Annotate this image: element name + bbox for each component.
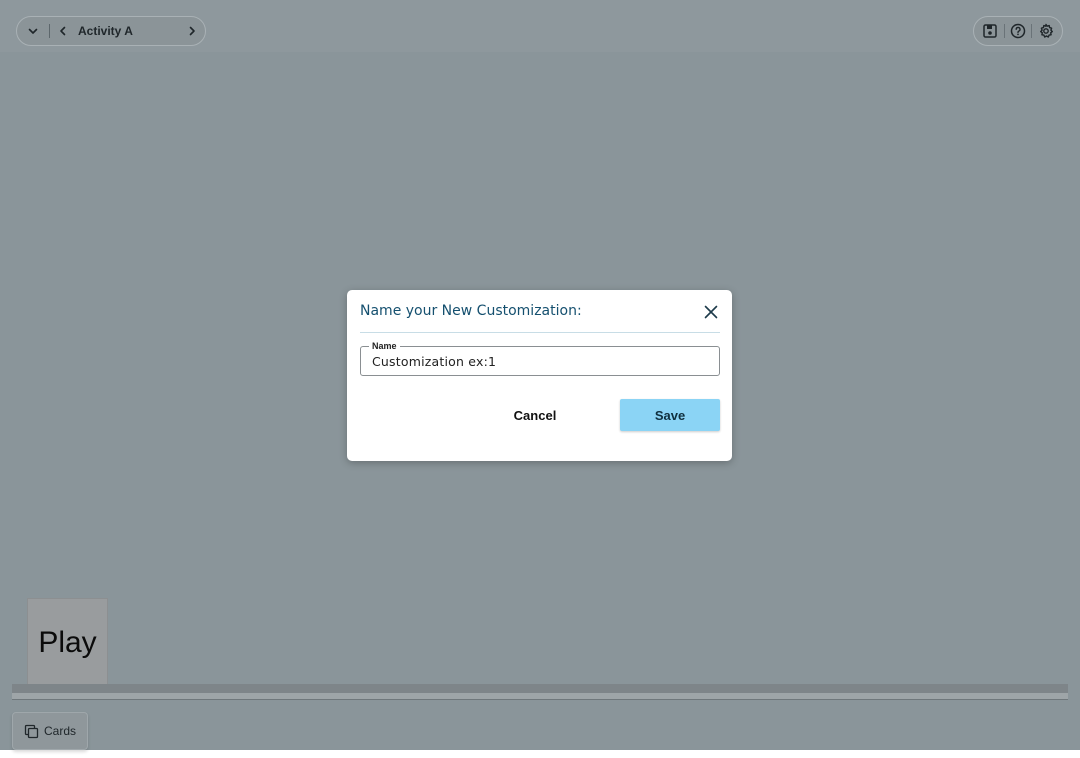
toolbar-separator — [1003, 24, 1005, 38]
close-icon — [704, 305, 718, 319]
help-button[interactable] — [1007, 20, 1029, 42]
shelf-edge — [12, 693, 1068, 700]
settings-button[interactable] — [1035, 20, 1057, 42]
dialog-title: Name your New Customization: — [360, 303, 582, 319]
next-activity-button[interactable] — [179, 17, 205, 45]
chevron-down-icon — [28, 28, 38, 34]
cards-stack-icon — [24, 724, 39, 738]
cards-button[interactable]: Cards — [12, 712, 88, 750]
save-button-toolbar[interactable] — [979, 20, 1001, 42]
cards-button-label: Cards — [43, 724, 76, 738]
close-button[interactable] — [701, 302, 721, 322]
play-card-label: Play — [38, 626, 97, 659]
toolbar-separator — [1031, 24, 1033, 38]
previous-activity-button[interactable] — [52, 17, 74, 45]
save-button[interactable]: Save — [620, 399, 720, 431]
shelf-top — [12, 684, 1068, 693]
name-input[interactable] — [361, 347, 719, 375]
name-field: Name — [360, 340, 720, 376]
chevron-right-icon — [189, 26, 195, 36]
dialog-divider — [360, 332, 720, 333]
activity-title: Activity A — [78, 24, 133, 38]
new-customization-dialog: Name your New Customization: Name Cancel… — [347, 290, 732, 461]
cancel-button[interactable]: Cancel — [497, 400, 573, 430]
activity-navigator: Activity A — [16, 16, 206, 46]
gear-icon — [1039, 23, 1053, 38]
play-card[interactable]: Play — [27, 598, 108, 688]
toolbar-separator — [49, 24, 50, 38]
save-icon — [983, 24, 997, 38]
activity-dropdown-button[interactable] — [19, 17, 47, 45]
chevron-left-icon — [60, 26, 66, 36]
card-shelf — [12, 684, 1068, 700]
toolbar-actions — [973, 16, 1063, 46]
help-icon — [1010, 23, 1026, 39]
